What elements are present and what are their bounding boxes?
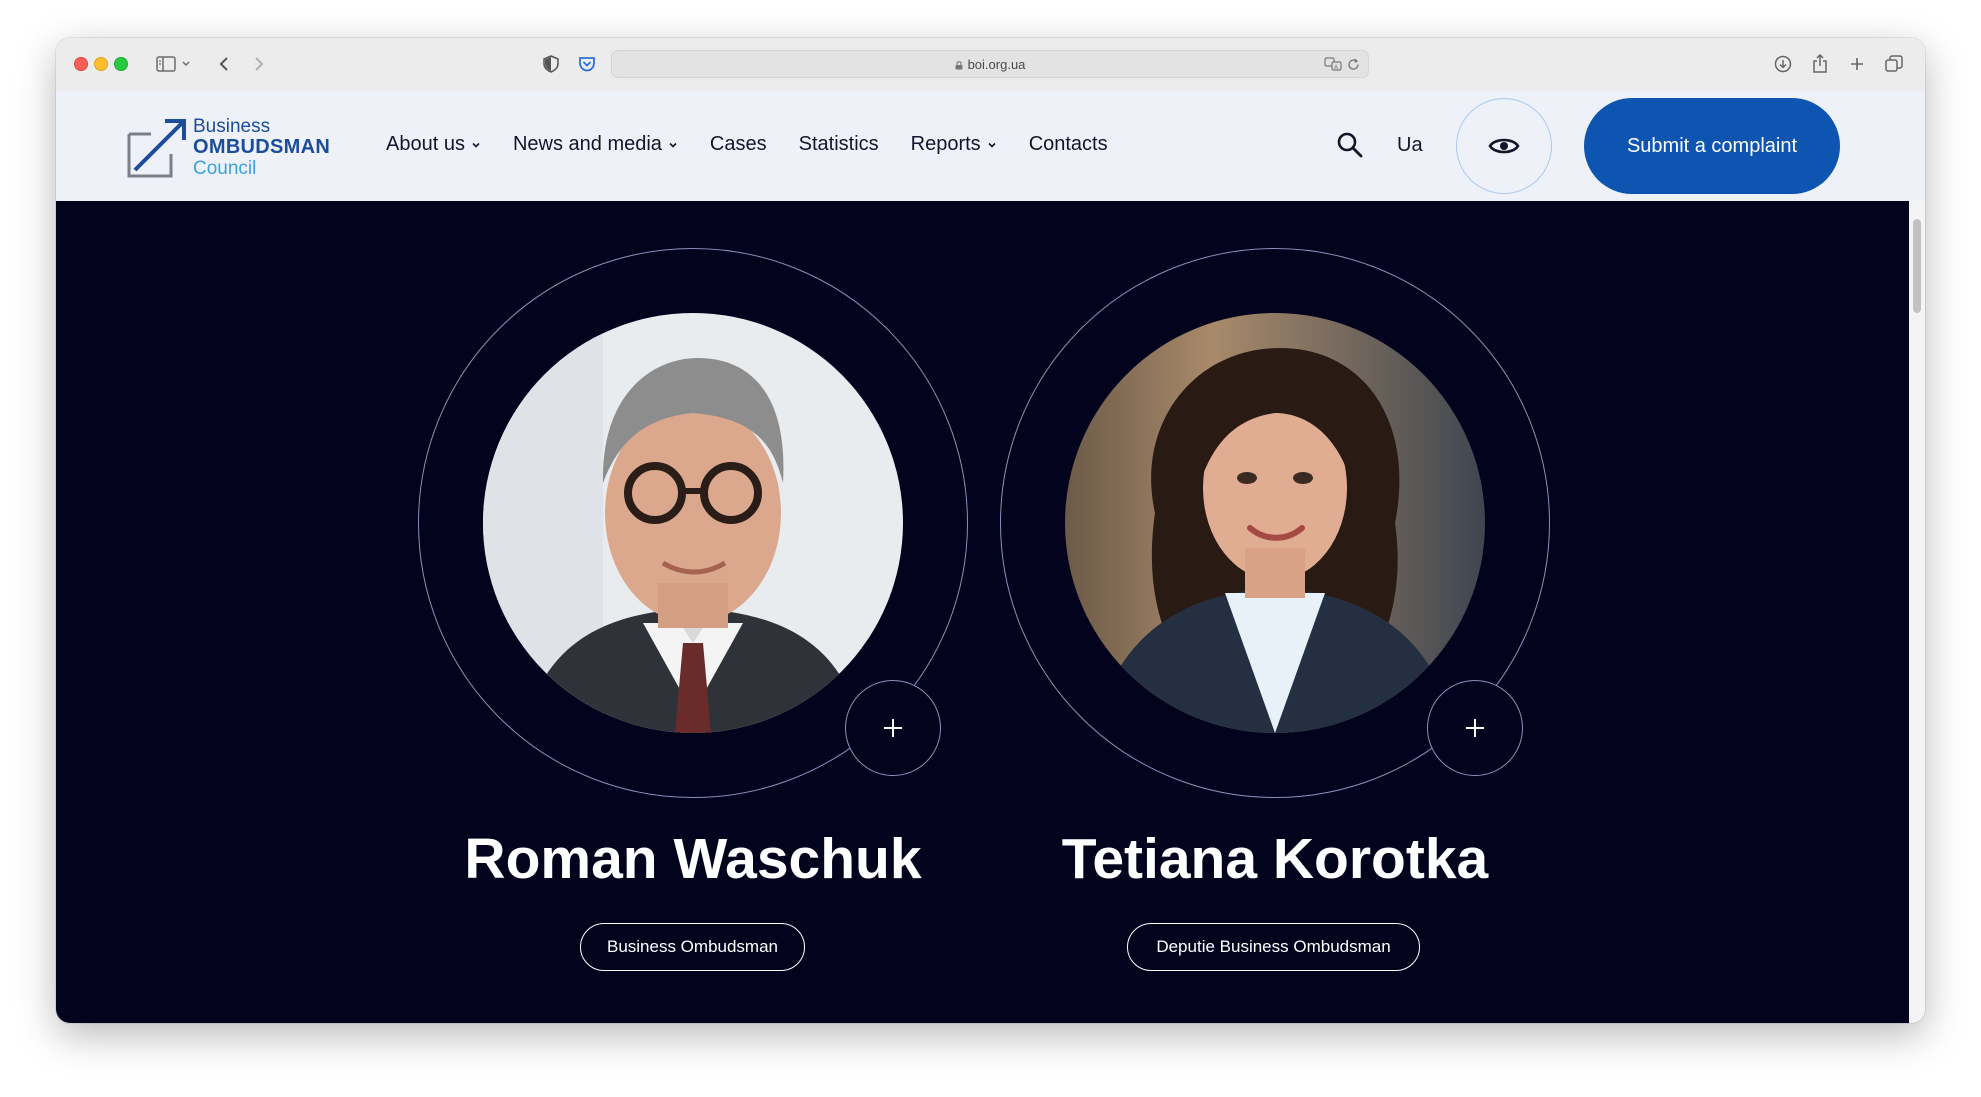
nav-item-statistics[interactable]: Statistics bbox=[799, 133, 879, 156]
logo-line-2: OMBUDSMAN bbox=[193, 136, 331, 158]
reload-icon[interactable] bbox=[1342, 53, 1364, 75]
scrollbar-thumb[interactable] bbox=[1913, 219, 1921, 313]
page-scrollbar[interactable] bbox=[1909, 201, 1925, 1023]
accessibility-button[interactable] bbox=[1456, 98, 1552, 194]
close-window-button[interactable] bbox=[74, 57, 88, 71]
team-section: Roman Waschuk Business Ombudsman Tetiana… bbox=[56, 201, 1909, 1023]
lock-icon bbox=[955, 61, 963, 70]
member-photo bbox=[483, 313, 903, 733]
member-role-badge: Deputie Business Ombudsman bbox=[1127, 923, 1420, 971]
nav-item-about-us[interactable]: About us bbox=[386, 133, 481, 156]
plus-icon bbox=[884, 719, 902, 737]
browser-window: boi.org.ua A Business OMBUDSMAN Council … bbox=[56, 38, 1925, 1023]
zoom-window-button[interactable] bbox=[114, 57, 128, 71]
expand-bio-button[interactable] bbox=[845, 680, 941, 776]
expand-bio-button[interactable] bbox=[1427, 680, 1523, 776]
site-header: Business OMBUDSMAN Council About us News… bbox=[56, 91, 1925, 201]
nav-item-reports[interactable]: Reports bbox=[911, 133, 997, 156]
share-icon[interactable] bbox=[1808, 52, 1832, 76]
language-switcher[interactable]: Ua bbox=[1397, 134, 1423, 157]
translate-icon[interactable]: A bbox=[1322, 53, 1344, 75]
nav-item-label: Cases bbox=[709, 133, 767, 155]
browser-toolbar: boi.org.ua A bbox=[56, 38, 1925, 92]
pocket-icon[interactable] bbox=[575, 52, 599, 76]
member-name: Tetiana Korotka bbox=[1061, 827, 1489, 891]
new-tab-icon[interactable] bbox=[1845, 52, 1869, 76]
logo-arrow-icon bbox=[127, 119, 186, 178]
chevron-down-icon[interactable] bbox=[179, 52, 193, 76]
nav-item-label: Reports bbox=[910, 133, 981, 155]
team-member-card: Tetiana Korotka Deputie Business Ombudsm… bbox=[1000, 201, 1560, 1023]
member-name: Roman Waschuk bbox=[464, 827, 922, 891]
search-icon[interactable] bbox=[1336, 131, 1364, 159]
forward-icon[interactable] bbox=[247, 52, 271, 76]
main-nav: About us News and media Cases Statistics… bbox=[386, 133, 1140, 156]
chevron-down-icon bbox=[472, 142, 480, 148]
minimize-window-button[interactable] bbox=[94, 57, 108, 71]
nav-item-label: News and media bbox=[512, 133, 662, 155]
site-logo[interactable]: Business OMBUDSMAN Council bbox=[127, 116, 347, 180]
tab-overview-icon[interactable] bbox=[1882, 52, 1906, 76]
url-text: boi.org.ua bbox=[967, 57, 1026, 72]
address-bar[interactable]: boi.org.ua A bbox=[611, 50, 1369, 78]
nav-item-label: Contacts bbox=[1028, 133, 1108, 155]
member-photo bbox=[1065, 313, 1485, 733]
chevron-down-icon bbox=[988, 142, 996, 148]
member-role-badge: Business Ombudsman bbox=[580, 923, 805, 971]
team-member-card: Roman Waschuk Business Ombudsman bbox=[418, 201, 978, 1023]
nav-item-news-and-media[interactable]: News and media bbox=[513, 133, 678, 156]
sidebar-toggle-icon[interactable] bbox=[154, 52, 178, 76]
nav-item-cases[interactable]: Cases bbox=[710, 133, 767, 156]
nav-item-label: Statistics bbox=[798, 133, 879, 155]
privacy-shield-icon[interactable] bbox=[539, 52, 563, 76]
nav-item-label: About us bbox=[386, 133, 465, 155]
eye-icon bbox=[1488, 138, 1520, 154]
logo-line-1: Business bbox=[193, 116, 271, 137]
logo-line-3: Council bbox=[193, 158, 257, 179]
chevron-down-icon bbox=[669, 142, 677, 148]
downloads-icon[interactable] bbox=[1771, 52, 1795, 76]
plus-icon bbox=[1466, 719, 1484, 737]
nav-item-contacts[interactable]: Contacts bbox=[1029, 133, 1108, 156]
submit-complaint-button[interactable]: Submit a complaint bbox=[1584, 98, 1840, 194]
back-icon[interactable] bbox=[212, 52, 236, 76]
